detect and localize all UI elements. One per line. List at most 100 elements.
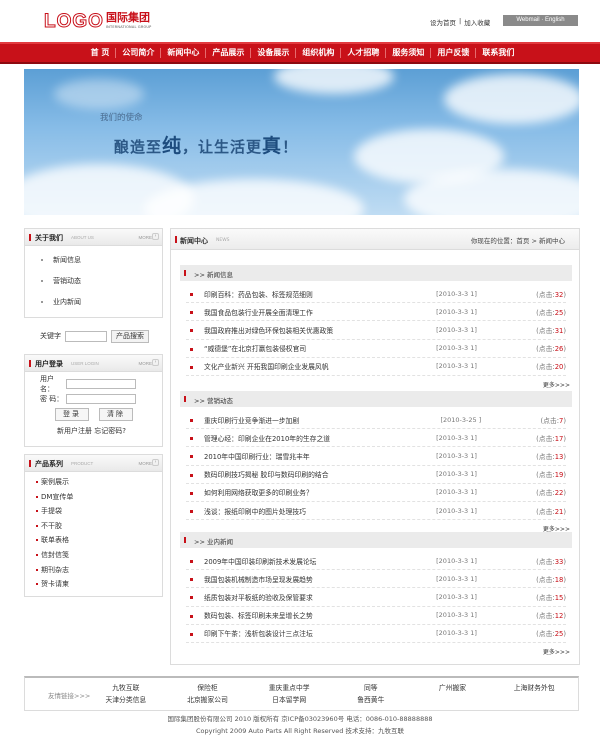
- hits-suffix: ): [563, 593, 566, 602]
- news-item[interactable]: 数码印刷技巧揭秘 胶印与数码印刷的结合 [2010-3-3 1] (点击:19): [186, 466, 566, 484]
- news-title[interactable]: 数码包装、标签印刷未来呈增长之势: [186, 610, 436, 620]
- footer-company: 国际集团股份有限公司 2010 版权所有 京ICP备03023960号 电话：0…: [167, 715, 433, 723]
- product-item[interactable]: DM宣传单: [35, 490, 162, 505]
- news-date: [2010-3-3 1]: [436, 470, 477, 479]
- english-link[interactable]: English: [545, 17, 565, 23]
- news-title[interactable]: 2010年中国印刷行业：瑞雪兆丰年: [186, 451, 436, 461]
- search-button[interactable]: 产品搜索: [111, 329, 149, 343]
- forgot-password-link[interactable]: 忘记密码?: [94, 427, 126, 435]
- news-title[interactable]: 重庆印刷行业竞争渐进一步加剧: [186, 415, 440, 425]
- product-item[interactable]: 期刊杂志: [35, 563, 162, 578]
- news-hits: (点击:15): [536, 592, 566, 602]
- news-item[interactable]: 管理心经：印刷企业在2010年的生存之道 [2010-3-3 1] (点击:17): [186, 429, 566, 448]
- clear-button[interactable]: 清除: [99, 408, 133, 421]
- friend-link[interactable]: 广州搬家: [412, 683, 494, 693]
- friend-link[interactable]: 上海财务外包: [493, 683, 575, 693]
- news-item[interactable]: 印刷下午茶：浅析包装设计三点注坛 [2010-3-3 1] (点击:25): [186, 625, 566, 643]
- nav-feedback[interactable]: 用户反馈: [431, 48, 477, 58]
- news-title[interactable]: 我国食品包装行业开展全面清理工作: [186, 307, 436, 317]
- product-more-link[interactable]: MORE: [139, 461, 153, 466]
- news-title[interactable]: 如何利用网络获取更多的印刷业务？: [186, 487, 436, 497]
- news-title[interactable]: 文化产业新兴 开拓我国印刷企业发展风帆: [186, 361, 436, 371]
- about-item[interactable]: 新闻信息: [37, 251, 162, 272]
- about-item[interactable]: 营销动态: [37, 272, 162, 293]
- news-item[interactable]: 重庆印刷行业竞争渐进一步加剧 [2010-3-25 ] (点击:7): [186, 411, 566, 430]
- logo[interactable]: LOGO 国际集团 INTERNATIONAL GROUP: [44, 12, 152, 32]
- news-item[interactable]: “威德堡”在北京打赢包装侵权官司 [2010-3-3 1] (点击:26): [186, 340, 566, 358]
- webmail-link[interactable]: Webmail: [516, 17, 539, 23]
- news-item[interactable]: 文化产业新兴 开拓我国印刷企业发展风帆 [2010-3-3 1] (点击:20): [186, 358, 566, 376]
- arrow-right-icon[interactable]: ›: [152, 359, 159, 366]
- news-title[interactable]: 印刷百科：药品包装、标签规范细则: [186, 289, 436, 299]
- about-item[interactable]: 业内新闻: [37, 293, 162, 314]
- news-title[interactable]: 纸质包装对平板纸的验收及保管要求: [186, 592, 436, 602]
- password-input[interactable]: [66, 393, 136, 404]
- arrow-right-icon[interactable]: ›: [152, 233, 159, 240]
- main-header: 新闻中心 NEWS 你现在的位置：首页 > 新闻中心: [171, 229, 579, 250]
- nav-careers[interactable]: 人才招聘: [341, 48, 387, 58]
- product-item[interactable]: 信封信笺: [35, 548, 162, 563]
- news-title[interactable]: 浅谈：报纸印刷中的图片处理技巧: [186, 506, 436, 516]
- news-item[interactable]: 浅谈：报纸印刷中的图片处理技巧 [2010-3-3 1] (点击:21): [186, 502, 566, 521]
- section-more-link[interactable]: 更多>>>: [180, 380, 572, 389]
- add-favorite-link[interactable]: 加入收藏: [464, 17, 490, 27]
- red-bar-icon: [184, 270, 186, 276]
- hits-prefix: (点击:: [536, 471, 555, 480]
- hits-prefix: (点击:: [536, 326, 555, 335]
- news-item[interactable]: 2009年中国印装印刷新技术发展论坛 [2010-3-3 1] (点击:33): [186, 552, 566, 571]
- nav-organization[interactable]: 组织机构: [296, 48, 342, 58]
- friend-link[interactable]: [493, 695, 575, 705]
- news-title[interactable]: 我国包装机械制造市场呈现发展趋势: [186, 574, 436, 584]
- friend-link[interactable]: 北京搬家公司: [167, 695, 249, 705]
- news-date: [2010-3-3 1]: [436, 451, 477, 460]
- arrow-right-icon[interactable]: ›: [152, 459, 159, 466]
- breadcrumb-home[interactable]: 首页: [516, 237, 529, 245]
- news-date: [2010-3-3 1]: [436, 611, 477, 620]
- hero-banner: 我们的使命 酿造至纯，让生活更真！: [24, 69, 579, 215]
- friend-link[interactable]: [412, 695, 494, 705]
- nav-service[interactable]: 服务须知: [386, 48, 432, 58]
- news-title[interactable]: 我国政府推出对绿色环保包装相关优惠政策: [186, 325, 436, 335]
- friend-link[interactable]: 同等: [330, 683, 412, 693]
- friend-link[interactable]: 天津分类信息: [85, 695, 167, 705]
- nav-about[interactable]: 公司简介: [116, 48, 162, 58]
- product-item[interactable]: 联单表格: [35, 533, 162, 548]
- news-title[interactable]: “威德堡”在北京打赢包装侵权官司: [186, 343, 436, 353]
- news-title[interactable]: 数码印刷技巧揭秘 胶印与数码印刷的结合: [186, 469, 436, 479]
- nav-home[interactable]: 首 页: [85, 48, 117, 58]
- search-input[interactable]: [65, 330, 107, 342]
- register-link[interactable]: 新用户注册: [57, 427, 92, 435]
- set-home-link[interactable]: 设为首页: [430, 17, 456, 27]
- news-item[interactable]: 数码包装、标签印刷未来呈增长之势 [2010-3-3 1] (点击:12): [186, 607, 566, 625]
- nav-contact[interactable]: 联系我们: [476, 48, 520, 58]
- news-title[interactable]: 印刷下午茶：浅析包装设计三点注坛: [186, 628, 436, 638]
- product-item[interactable]: 手提袋: [35, 504, 162, 519]
- section-more-link[interactable]: 更多>>>: [180, 647, 572, 656]
- news-item[interactable]: 我国政府推出对绿色环保包装相关优惠政策 [2010-3-3 1] (点击:31): [186, 321, 566, 340]
- breadcrumb-prefix: 你现在的位置：: [470, 237, 517, 245]
- marketing-section: >> 营销动态 重庆印刷行业竞争渐进一步加剧 [2010-3-25 ] (点击:7)…: [180, 391, 572, 533]
- product-item[interactable]: 案例展示: [35, 475, 162, 490]
- news-title[interactable]: 2009年中国印装印刷新技术发展论坛: [186, 556, 436, 566]
- nav-products[interactable]: 产品展示: [206, 48, 252, 58]
- login-button[interactable]: 登录: [55, 408, 89, 421]
- username-input[interactable]: [66, 378, 136, 389]
- news-title[interactable]: 管理心经：印刷企业在2010年的生存之道: [186, 433, 436, 443]
- product-item[interactable]: 贺卡请柬: [35, 577, 162, 592]
- friend-link[interactable]: 鲁西黄牛: [330, 695, 412, 705]
- nav-equipment[interactable]: 设备展示: [251, 48, 297, 58]
- friend-link[interactable]: 九牧互联: [85, 683, 167, 693]
- about-more-link[interactable]: MORE: [139, 235, 153, 240]
- news-item[interactable]: 印刷百科：药品包装、标签规范细则 [2010-3-3 1] (点击:32): [186, 285, 566, 304]
- news-item[interactable]: 纸质包装对平板纸的验收及保管要求 [2010-3-3 1] (点击:15): [186, 588, 566, 607]
- product-item[interactable]: 不干胶: [35, 519, 162, 534]
- news-item[interactable]: 我国包装机械制造市场呈现发展趋势 [2010-3-3 1] (点击:18): [186, 570, 566, 589]
- news-item[interactable]: 2010年中国印刷行业：瑞雪兆丰年 [2010-3-3 1] (点击:13): [186, 447, 566, 466]
- nav-news[interactable]: 新闻中心: [161, 48, 207, 58]
- friend-link[interactable]: 保险柜: [167, 683, 249, 693]
- news-item[interactable]: 我国食品包装行业开展全面清理工作 [2010-3-3 1] (点击:25): [186, 303, 566, 322]
- login-more-link[interactable]: MORE: [139, 361, 153, 366]
- friend-link[interactable]: 日本留学网: [248, 695, 330, 705]
- friend-link[interactable]: 重庆重点中学: [248, 683, 330, 693]
- news-item[interactable]: 如何利用网络获取更多的印刷业务？ [2010-3-3 1] (点击:22): [186, 484, 566, 502]
